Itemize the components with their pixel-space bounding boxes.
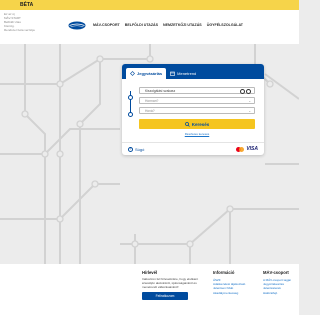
help-label: Súgó xyxy=(135,146,145,152)
minus-circle-icon[interactable] xyxy=(240,88,245,94)
mav-logo[interactable] xyxy=(68,21,86,30)
beta-banner: BÉTA xyxy=(0,0,299,10)
info-section: Információ ÁSZF Adatkezelési tájékoztató… xyxy=(213,270,245,295)
destination-dot-icon xyxy=(128,112,133,117)
chevron-down-icon: ⌄ xyxy=(248,99,251,103)
search-button[interactable]: Keresés xyxy=(139,119,255,129)
chevron-down-icon: ⌄ xyxy=(248,109,251,113)
destination-placeholder: Hová? xyxy=(145,108,155,113)
origin-dot-icon xyxy=(128,95,133,100)
calendar-icon xyxy=(170,71,175,76)
ticket-type-select[interactable]: Kiszolgálási szakasz xyxy=(139,87,255,94)
plus-circle-icon[interactable] xyxy=(246,88,251,94)
tab-label: Menetrend xyxy=(177,71,197,76)
origin-input[interactable]: Honnan? ⌄ xyxy=(139,97,255,104)
newsletter-title: Hírlevél xyxy=(142,270,158,275)
tab-timetable[interactable]: Menetrend xyxy=(166,68,200,79)
newsletter-text: Iratkozzon fel hírlevelünkre, hogy elsők… xyxy=(142,277,199,289)
ticket-type-value: Kiszolgálási szakasz xyxy=(145,88,176,93)
info-title: Információ xyxy=(213,270,235,275)
planner-tabs: Jegyvásárlás Menetrend xyxy=(122,64,264,79)
footer-link[interactable]: Akadálymentesség xyxy=(213,291,243,295)
nav-international-travel[interactable]: NEMZETKÖZI UTAZÁS xyxy=(163,23,202,27)
footer-link[interactable]: Hálózatfejl. xyxy=(263,291,299,295)
mastercard-icon xyxy=(236,146,245,152)
ticket-icon xyxy=(130,71,135,76)
nav-mav-group[interactable]: MÁV-CSOPORT xyxy=(93,23,120,27)
search-label: Keresés xyxy=(191,121,210,127)
main-nav: MÁV-CSOPORT BELFÖLDI UTAZÁS NEMZETKÖZI U… xyxy=(93,23,243,27)
journey-planner-card: Jegyvásárlás Menetrend Kiszolgálási szak… xyxy=(122,64,264,155)
tab-ticket-purchase[interactable]: Jegyvásárlás xyxy=(126,68,167,79)
origin-placeholder: Honnan? xyxy=(145,98,159,103)
planner-footer: ? Súgó VISA xyxy=(122,142,264,155)
tab-label: Jegyvásárlás xyxy=(137,71,163,76)
planner-form: Kiszolgálási szakasz Honnan? ⌄ Hová? ⌄ K… xyxy=(122,79,264,142)
notice-line: Rendszer béta verziója xyxy=(4,28,35,32)
beta-notice: Ez az új MÁV-START Belföldi Utas Kiszolg… xyxy=(4,12,66,32)
destination-input[interactable]: Hová? ⌄ xyxy=(139,107,255,114)
visa-logo: VISA xyxy=(246,146,258,152)
help-link[interactable]: ? Súgó xyxy=(128,146,145,152)
question-icon: ? xyxy=(128,146,133,152)
beta-label: BÉTA xyxy=(20,2,34,8)
newsletter-section: Hírlevél Iratkozzon fel hírlevelünkre, h… xyxy=(142,270,200,301)
subscribe-button[interactable]: Feliratkozom xyxy=(142,292,188,301)
detailed-search-link[interactable]: Részletes keresés xyxy=(139,132,255,136)
nav-domestic-travel[interactable]: BELFÖLDI UTAZÁS xyxy=(125,23,158,27)
mav-group-section: MÁV-csoport A MÁV-csoport tagjai Jegyért… xyxy=(263,270,299,295)
search-icon xyxy=(184,121,190,127)
site-header: Ez az új MÁV-START Belföldi Utas Kiszolg… xyxy=(0,10,299,44)
nav-customer-service[interactable]: ÜGYFÉLSZOLGÁLAT xyxy=(207,23,243,27)
mav-group-title: MÁV-csoport xyxy=(263,270,289,275)
site-footer: Hírlevél Iratkozzon fel hírlevelünkre, h… xyxy=(0,264,299,315)
payment-logos: VISA xyxy=(236,146,258,152)
